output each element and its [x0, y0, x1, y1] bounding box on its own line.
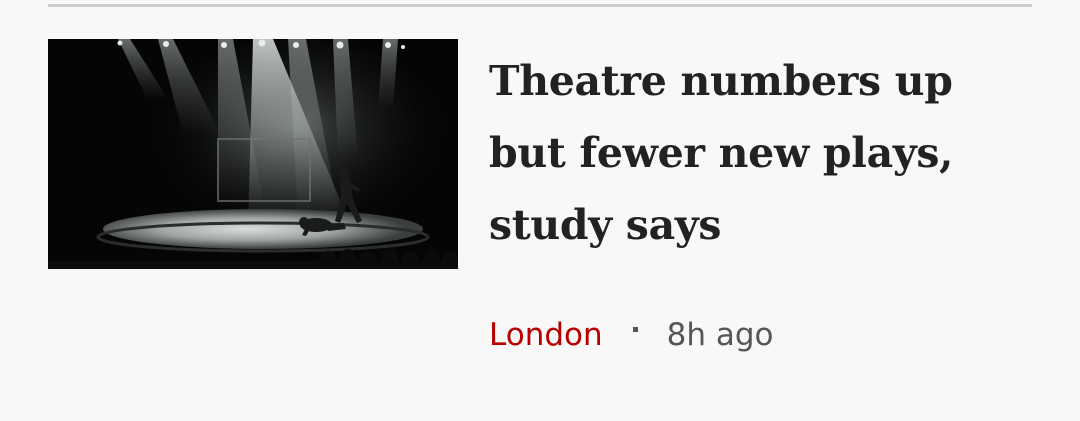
meta-separator — [632, 326, 638, 332]
article-meta: London 8h ago — [489, 313, 774, 357]
article-headline[interactable]: Theatre numbers up but fewer new plays, … — [489, 45, 1009, 261]
news-feed: Theatre numbers up but fewer new plays, … — [0, 0, 1080, 421]
article-card[interactable]: Theatre numbers up but fewer new plays, … — [48, 39, 1032, 379]
location-link[interactable]: London — [489, 317, 603, 353]
article-thumbnail[interactable] — [48, 39, 458, 269]
timestamp: 8h ago — [666, 317, 774, 353]
stage-performance-image — [48, 39, 458, 269]
top-divider — [48, 4, 1032, 7]
